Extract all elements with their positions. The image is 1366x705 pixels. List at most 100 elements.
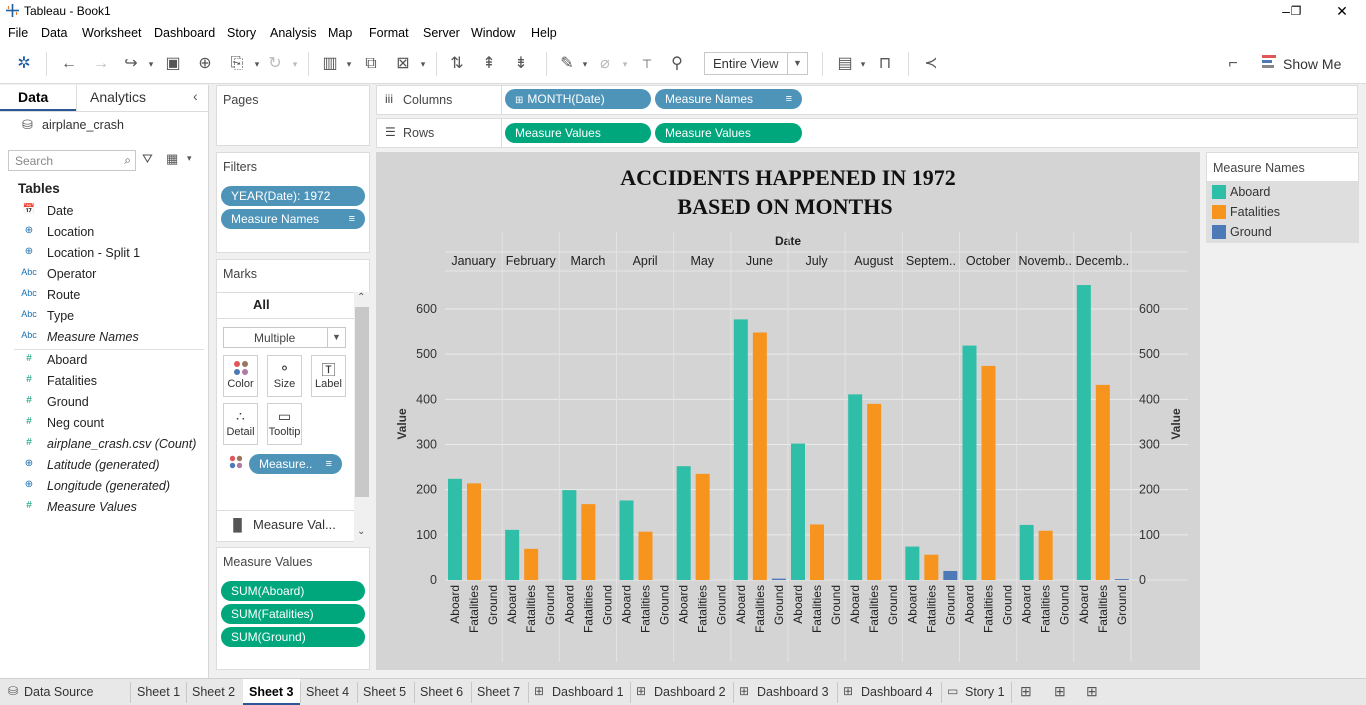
bar[interactable] xyxy=(981,365,996,580)
sheet-tab[interactable]: Sheet 6 xyxy=(420,685,463,699)
bar[interactable] xyxy=(905,546,920,580)
filter-pill-measure-names[interactable]: Measure Names ≡ xyxy=(221,209,365,229)
field-item[interactable]: Abc Measure Names xyxy=(0,327,205,348)
columns-pill-month[interactable]: ⊞ MONTH(Date) xyxy=(505,89,651,109)
field-item[interactable]: ⊕ Longitude (generated) xyxy=(0,476,205,497)
rows-pill-measure-values-2[interactable]: Measure Values xyxy=(655,123,802,143)
new-datasource-icon[interactable]: ⊕ xyxy=(194,53,216,75)
redo-icon[interactable]: → xyxy=(90,53,112,75)
undo-icon[interactable]: ← xyxy=(58,53,80,75)
field-item[interactable]: # Fatalities xyxy=(0,371,205,392)
marks-measure-values-tab[interactable]: Measure Val... xyxy=(253,517,336,532)
sheet-tab[interactable]: Sheet 5 xyxy=(363,685,406,699)
sheet-tab[interactable]: Sheet 3 xyxy=(249,685,293,699)
bar[interactable] xyxy=(695,473,710,580)
format-painter-icon[interactable]: ⌐ xyxy=(1222,53,1244,75)
bar[interactable] xyxy=(848,394,863,580)
bar[interactable] xyxy=(676,466,691,580)
marks-size-button[interactable]: ⚬ Size xyxy=(267,355,302,397)
rows-pill-measure-values-1[interactable]: Measure Values xyxy=(505,123,651,143)
menu-help[interactable]: Help xyxy=(531,26,557,40)
legend-item-label[interactable]: Ground xyxy=(1230,225,1272,239)
swap-rows-columns-icon[interactable]: ⇅ xyxy=(446,53,468,75)
bar[interactable] xyxy=(524,548,539,580)
sheet-tab[interactable]: Dashboard 3 xyxy=(757,685,829,699)
mv-pill-ground[interactable]: SUM(Ground) xyxy=(221,627,365,647)
field-item[interactable]: # Ground xyxy=(0,392,205,413)
restore-button[interactable]: ❐ xyxy=(1286,2,1306,20)
filter-pill-year[interactable]: YEAR(Date): 1972 xyxy=(221,186,365,206)
mark-type-select[interactable]: Multiple ▼ xyxy=(223,327,346,348)
columns-pill-measure-names[interactable]: Measure Names ≡ xyxy=(655,89,802,109)
marks-card[interactable]: Marks All ⌃ ⌄ Multiple ▼ Color ⚬ Size 🅃 La… xyxy=(216,259,370,542)
sheet-tab[interactable]: Dashboard 4 xyxy=(861,685,933,699)
bar[interactable] xyxy=(1114,579,1129,580)
sort-descending-icon[interactable]: ⇟ xyxy=(510,53,532,75)
field-item[interactable]: ⊕ Latitude (generated) xyxy=(0,455,205,476)
menu-worksheet[interactable]: Worksheet xyxy=(82,26,142,40)
bar[interactable] xyxy=(619,500,634,580)
marks-color-button[interactable]: Color xyxy=(223,355,258,397)
presentation-mode-icon[interactable]: ⊓ xyxy=(874,53,896,75)
scroll-down-icon[interactable]: ⌄ xyxy=(357,526,365,537)
pages-card[interactable]: Pages xyxy=(216,85,370,146)
bar[interactable] xyxy=(638,531,653,580)
viz-canvas[interactable]: ACCIDENTS HAPPENED IN 1972 BASED ON MONT… xyxy=(376,152,1200,670)
sheet-tab[interactable]: Dashboard 2 xyxy=(654,685,726,699)
view-dropdown-icon[interactable]: ▾ xyxy=(187,153,192,164)
new-worksheet-tab-icon[interactable]: ⊞ xyxy=(1020,683,1032,700)
new-story-tab-icon[interactable]: ⊞ xyxy=(1086,683,1098,700)
bar[interactable] xyxy=(1076,285,1091,580)
field-item[interactable]: # Neg count xyxy=(0,413,205,434)
bar[interactable] xyxy=(810,524,824,580)
sheet-tab[interactable]: Sheet 4 xyxy=(306,685,349,699)
field-item[interactable]: Abc Type xyxy=(0,306,205,327)
menu-window[interactable]: Window xyxy=(471,26,515,40)
menu-story[interactable]: Story xyxy=(227,26,256,40)
sort-ascending-icon[interactable]: ⇞ xyxy=(478,53,500,75)
pause-updates-icon[interactable]: ⎘ xyxy=(226,53,248,75)
replay-dropdown-icon[interactable]: ▾ xyxy=(146,53,156,75)
menu-map[interactable]: Map xyxy=(328,26,352,40)
bar[interactable] xyxy=(771,578,786,580)
close-button[interactable]: ✕ xyxy=(1332,2,1352,20)
rows-shelf[interactable]: ☰ Rows Measure Values Measure Values xyxy=(376,118,1358,148)
legend-item-label[interactable]: Aboard xyxy=(1230,185,1270,199)
field-item[interactable]: Abc Operator xyxy=(0,264,205,285)
new-worksheet-dropdown-icon[interactable]: ▾ xyxy=(344,53,354,75)
group-dropdown-icon[interactable]: ▾ xyxy=(620,53,630,75)
menu-analysis[interactable]: Analysis xyxy=(270,26,317,40)
scroll-up-icon[interactable]: ⌃ xyxy=(357,292,365,303)
search-input[interactable]: Search ⌕ xyxy=(8,150,136,171)
bar[interactable] xyxy=(943,570,958,580)
field-item[interactable]: ⊕ Location xyxy=(0,222,205,243)
bar[interactable] xyxy=(562,490,577,580)
show-me-icon[interactable] xyxy=(1262,55,1276,71)
mv-pill-aboard[interactable]: SUM(Aboard) xyxy=(221,581,365,601)
bar[interactable] xyxy=(1038,530,1053,580)
tab-analytics[interactable]: Analytics xyxy=(90,89,146,105)
datasource-name[interactable]: airplane_crash xyxy=(42,118,124,132)
bar[interactable] xyxy=(867,403,882,580)
filters-card[interactable]: Filters YEAR(Date): 1972 Measure Names ≡ xyxy=(216,152,370,253)
tab-data[interactable]: Data xyxy=(18,89,48,105)
tableau-home-icon[interactable]: ✲ xyxy=(12,53,36,75)
menu-file[interactable]: File xyxy=(8,26,28,40)
refresh-icon[interactable]: ↻ xyxy=(264,53,286,75)
legend-item-label[interactable]: Fatalities xyxy=(1230,205,1280,219)
mv-pill-fatalities[interactable]: SUM(Fatalities) xyxy=(221,604,365,624)
sheet-tab[interactable]: Dashboard 1 xyxy=(552,685,624,699)
pause-dropdown-icon[interactable]: ▾ xyxy=(252,53,262,75)
sheet-tab[interactable]: Sheet 1 xyxy=(137,685,180,699)
duplicate-sheet-icon[interactable]: ⧉ xyxy=(360,53,382,75)
share-icon[interactable]: ≺ xyxy=(920,53,942,75)
bar[interactable] xyxy=(924,554,939,580)
bar[interactable] xyxy=(1019,524,1034,580)
field-item[interactable]: 📅 Date xyxy=(0,201,205,222)
marks-all-tab[interactable]: All xyxy=(253,297,270,312)
replay-icon[interactable]: ↪ xyxy=(120,53,142,75)
sheet-tab[interactable]: Sheet 2 xyxy=(192,685,235,699)
show-mark-labels-icon[interactable]: ⊤ xyxy=(636,53,658,75)
highlight-icon[interactable]: ✎ xyxy=(556,53,578,75)
filter-icon[interactable]: ⛛ xyxy=(142,151,153,167)
